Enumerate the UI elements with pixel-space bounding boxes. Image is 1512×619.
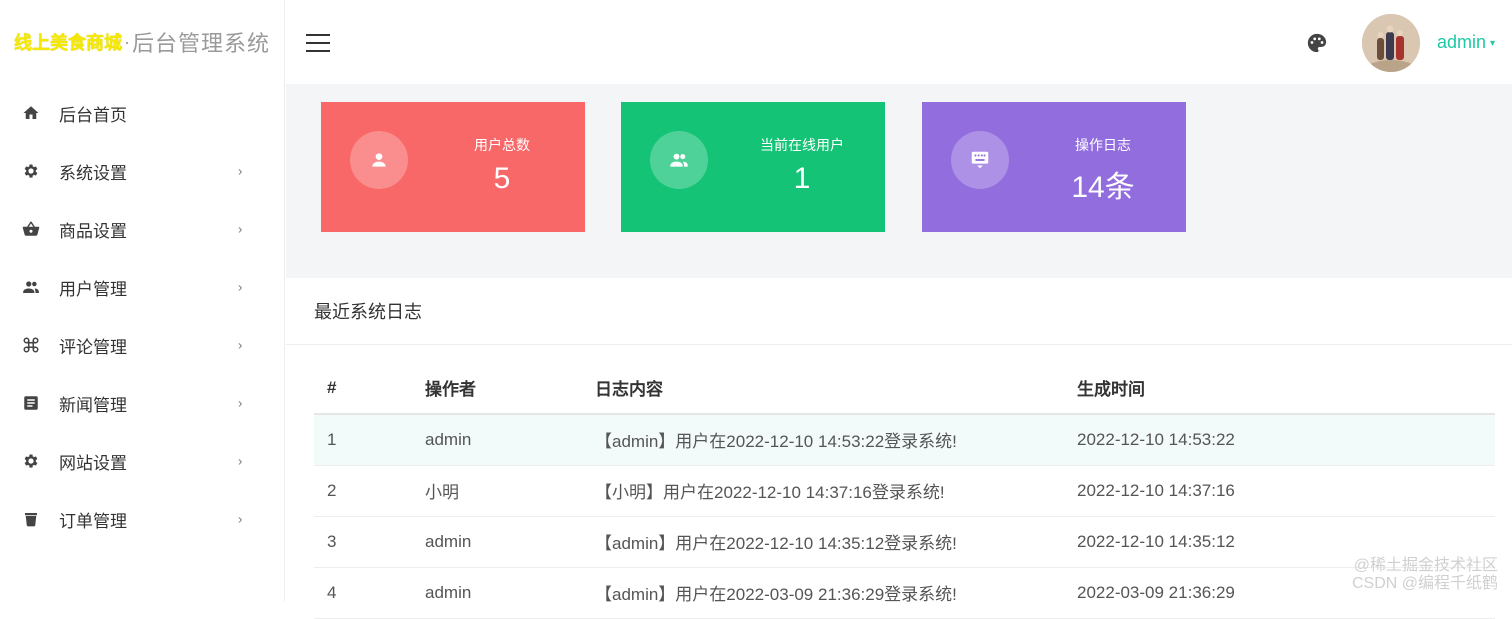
panel-title: 最近系统日志 [286,278,1512,345]
basket-icon [22,220,40,238]
cell-operator: admin [425,414,595,465]
sidebar: 线上美食商城 · 后台管理系统 后台首页 系统设置 › 商品设置 › [0,0,285,601]
column-header: 日志内容 [595,362,1077,414]
user-icon [350,131,408,189]
cell-content: 【小明】用户在2022-12-10 14:37:16登录系统! [595,465,1077,516]
users-icon [650,131,708,189]
sidebar-item-label: 系统设置 [59,159,127,184]
logs-table: # 操作者 日志内容 生成时间 1 admin 【admin】用户在2022-1… [314,362,1495,619]
stat-card-operation-log: 操作日志 14条 [922,102,1186,232]
chevron-right-icon: › [238,164,242,179]
column-header: 操作者 [425,362,595,414]
stat-title: 操作日志 [1048,135,1158,155]
stat-title: 当前在线用户 [747,135,857,155]
stat-value: 14条 [1048,162,1158,206]
sidebar-item-label: 评论管理 [59,333,127,358]
sidebar-item-label: 商品设置 [59,217,127,242]
sidebar-item-label: 用户管理 [59,275,127,300]
cell-time: 2022-12-10 14:53:22 [1077,414,1495,465]
table-row[interactable]: 2 小明 【小明】用户在2022-12-10 14:37:16登录系统! 202… [314,465,1495,516]
column-header: # [314,362,425,414]
cell-operator: admin [425,567,595,618]
table-row[interactable]: 1 admin 【admin】用户在2022-12-10 14:53:22登录系… [314,414,1495,465]
keyboard-icon [951,131,1009,189]
sidebar-item-label: 后台首页 [59,101,127,126]
sidebar-item-order-management[interactable]: 订单管理 › [0,490,284,548]
sidebar-item-user-management[interactable]: 用户管理 › [0,258,284,316]
chevron-right-icon: › [238,280,242,295]
article-icon [22,394,40,412]
trash-icon [22,510,40,528]
command-icon [22,336,40,354]
palette-icon[interactable] [1306,32,1328,54]
watermark: @稀土掘金技术社区 CSDN @编程千纸鹤 [1352,557,1498,593]
table-row[interactable]: 3 admin 【admin】用户在2022-12-10 14:35:12登录系… [314,516,1495,567]
sidebar-item-comment-management[interactable]: 评论管理 › [0,316,284,374]
cell-content: 【admin】用户在2022-12-10 14:35:12登录系统! [595,516,1077,567]
stat-value: 1 [747,162,857,196]
sidebar-item-label: 新闻管理 [59,391,127,416]
chevron-right-icon: › [238,338,242,353]
watermark-line: CSDN @编程千纸鹤 [1352,575,1498,593]
chevron-right-icon: › [238,454,242,469]
cell-content: 【admin】用户在2022-03-09 21:36:29登录系统! [595,567,1077,618]
chevron-right-icon: › [238,512,242,527]
sidebar-item-news-management[interactable]: 新闻管理 › [0,374,284,432]
user-name: admin [1437,32,1486,52]
cell-operator: 小明 [425,465,595,516]
chevron-right-icon: › [238,396,242,411]
sidebar-item-label: 网站设置 [59,449,127,474]
sidebar-item-site-settings[interactable]: 网站设置 › [0,432,284,490]
watermark-line: @稀土掘金技术社区 [1352,557,1498,575]
stat-value: 5 [447,162,557,196]
table-row[interactable]: 4 admin 【admin】用户在2022-03-09 21:36:29登录系… [314,567,1495,618]
brand-logo: 线上美食商城 [14,29,122,55]
caret-down-icon: ▾ [1490,38,1495,49]
sidebar-item-label: 订单管理 [59,507,127,532]
user-menu[interactable]: admin ▾ [1437,32,1495,53]
sidebar-item-home[interactable]: 后台首页 [0,84,284,142]
stats-area: 用户总数 5 当前在线用户 1 操作日志 14条 [286,84,1512,278]
stat-card-online-users: 当前在线用户 1 [621,102,885,232]
sidebar-item-product-settings[interactable]: 商品设置 › [0,200,284,258]
cell-id: 3 [314,516,425,567]
brand-system-name: 后台管理系统 [132,26,270,58]
cell-id: 4 [314,567,425,618]
cell-operator: admin [425,516,595,567]
brand[interactable]: 线上美食商城 · 后台管理系统 [0,0,284,84]
cell-id: 1 [314,414,425,465]
avatar[interactable] [1362,14,1420,72]
sidebar-menu: 后台首页 系统设置 › 商品设置 › 用户管理 › [0,84,284,548]
cell-time: 2022-12-10 14:37:16 [1077,465,1495,516]
chevron-right-icon: › [238,222,242,237]
users-icon [22,278,40,296]
stat-card-total-users: 用户总数 5 [321,102,585,232]
table-header-row: # 操作者 日志内容 生成时间 [314,362,1495,414]
top-bar: admin ▾ [286,0,1512,84]
gear-icon [22,452,40,470]
cell-id: 2 [314,465,425,516]
sidebar-item-system-settings[interactable]: 系统设置 › [0,142,284,200]
home-icon [22,104,40,122]
menu-toggle-icon[interactable] [306,34,330,52]
gear-icon [22,162,40,180]
cell-content: 【admin】用户在2022-12-10 14:53:22登录系统! [595,414,1077,465]
stat-title: 用户总数 [447,135,557,155]
brand-separator: · [124,32,130,53]
recent-logs-panel: 最近系统日志 # 操作者 日志内容 生成时间 1 admin 【admin】用户… [286,278,1512,601]
column-header: 生成时间 [1077,362,1495,414]
